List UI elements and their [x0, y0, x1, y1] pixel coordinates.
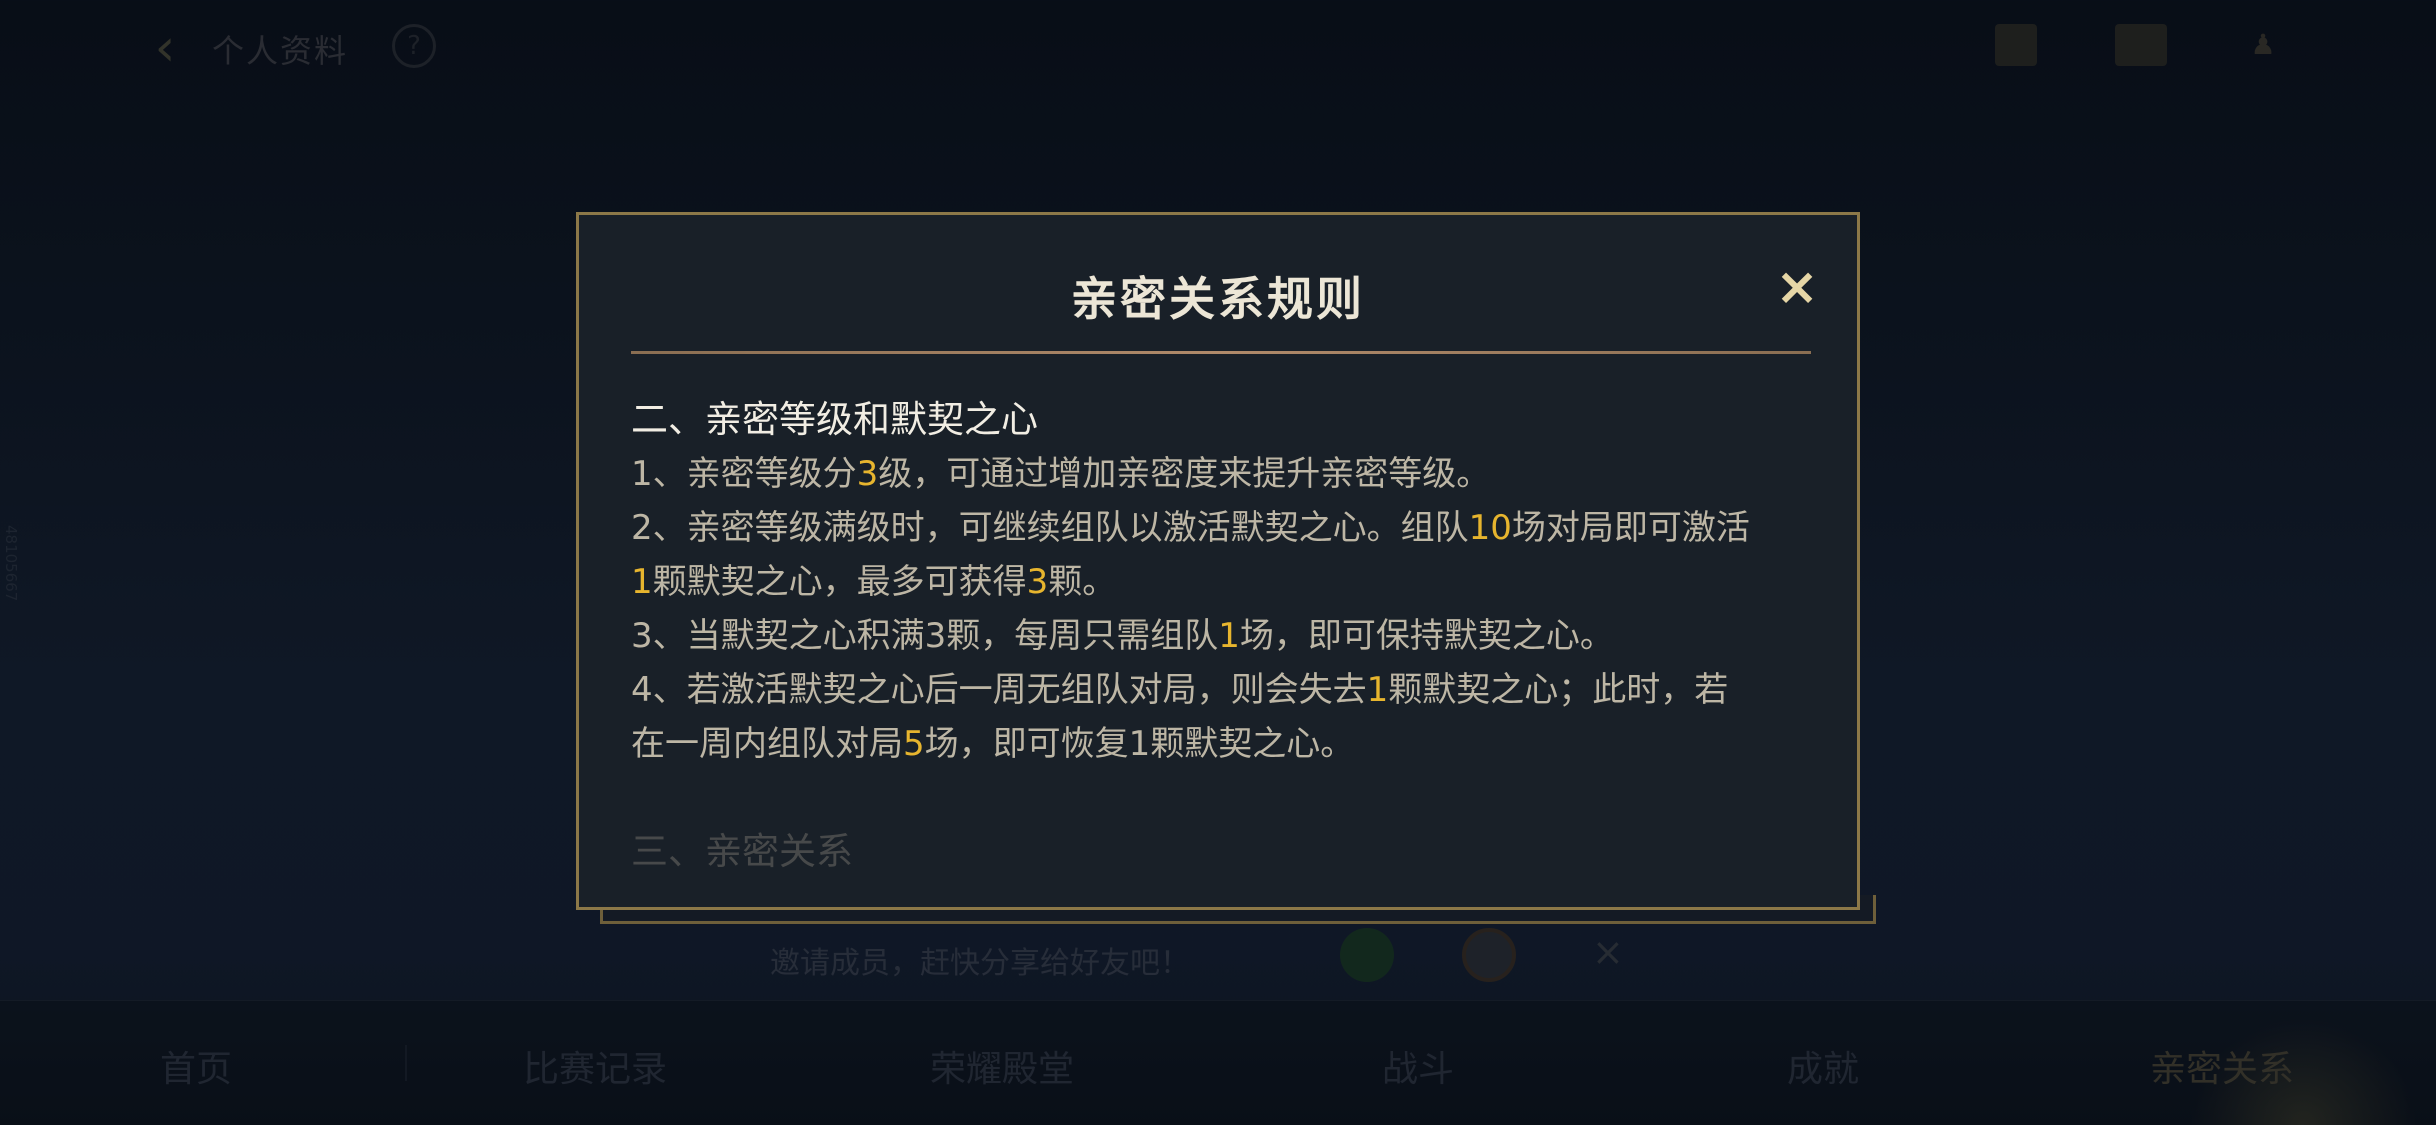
rule-text: 4、若激活默契之心后一周无组队对局，则会失去	[631, 670, 1367, 710]
rule-text: 3、当默契之心积满3颗，每周只需组队	[631, 616, 1219, 656]
rule-line: 1颗默契之心，最多可获得3颗。	[631, 555, 1811, 609]
section-heading: 二、亲密等级和默契之心	[631, 398, 1038, 441]
rules-modal: 亲密关系规则 × 二、亲密等级和默契之心 1、亲密等级分3级，可通过增加亲密度来…	[576, 212, 1860, 910]
title-divider	[631, 351, 1811, 354]
close-icon[interactable]: ×	[1769, 259, 1825, 315]
rules-content[interactable]: 二、亲密等级和默契之心 1、亲密等级分3级，可通过增加亲密度来提升亲密等级。 2、…	[631, 375, 1811, 887]
highlight-number: 5	[903, 724, 925, 764]
rule-text: 2、亲密等级满级时，可继续组队以激活默契之心。组队	[631, 508, 1469, 548]
highlight-number: 10	[1468, 508, 1512, 548]
rule-text: 在一周内组队对局	[631, 724, 903, 764]
rule-text: 颗。	[1048, 562, 1117, 602]
rule-text: 1、亲密等级分	[631, 454, 857, 494]
rule-text: 颗默契之心，最多可获得	[652, 562, 1027, 602]
rule-line: 3、当默契之心积满3颗，每周只需组队1场，即可保持默契之心。	[631, 609, 1811, 663]
rule-line: 4、若激活默契之心后一周无组队对局，则会失去1颗默契之心；此时，若	[631, 663, 1811, 717]
rules-list: 1、亲密等级分3级，可通过增加亲密度来提升亲密等级。 2、亲密等级满级时，可继续组…	[631, 447, 1811, 771]
rule-line: 2、亲密等级满级时，可继续组队以激活默契之心。组队10场对局即可激活	[631, 501, 1811, 555]
rule-text: 场，即可保持默契之心。	[1239, 616, 1614, 656]
section-heading-next: 三、亲密关系	[631, 830, 853, 873]
highlight-number: 3	[856, 454, 879, 494]
rule-text: 场，即可恢复1颗默契之心。	[924, 724, 1355, 764]
modal-title: 亲密关系规则	[1071, 272, 1365, 326]
highlight-number: 1	[1218, 616, 1240, 656]
rule-text: 颗默契之心；此时，若	[1388, 670, 1729, 710]
highlight-number: 3	[1026, 562, 1049, 602]
highlight-number: 1	[1366, 670, 1389, 710]
rule-text: 场对局即可激活	[1511, 508, 1750, 548]
highlight-number: 1	[631, 562, 653, 602]
rule-line: 1、亲密等级分3级，可通过增加亲密度来提升亲密等级。	[631, 447, 1811, 501]
rule-text: 级，可通过增加亲密度来提升亲密等级。	[878, 454, 1491, 494]
rule-line: 在一周内组队对局5场，即可恢复1颗默契之心。	[631, 717, 1811, 771]
